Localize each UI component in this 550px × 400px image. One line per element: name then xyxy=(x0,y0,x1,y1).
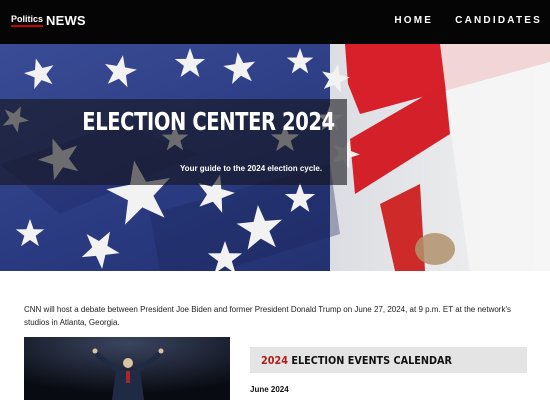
top-navigation-bar: Politics NEWS HOME CANDIDATES xyxy=(0,0,550,44)
hero-subtitle: Your guide to the 2024 election cycle. xyxy=(179,164,323,173)
logo-accent-rule xyxy=(11,25,43,27)
events-calendar-header: 2024 ELECTION EVENTS CALENDAR xyxy=(250,347,527,373)
calendar-year: 2024 xyxy=(261,354,288,367)
intro-paragraph: CNN will host a debate between President… xyxy=(24,305,511,327)
hero-title: ELECTION CENTER 2024 xyxy=(82,107,335,136)
calendar-title: ELECTION EVENTS CALENDAR xyxy=(291,354,452,367)
nav-link-home[interactable]: HOME xyxy=(394,15,433,26)
candidate-stage-photo xyxy=(24,337,230,400)
main-nav: HOME CANDIDATES xyxy=(394,15,542,26)
hero-banner: ELECTION CENTER 2024 Your guide to the 2… xyxy=(0,44,550,271)
calendar-heading: 2024 ELECTION EVENTS CALENDAR xyxy=(261,354,452,367)
calendar-month-label: June 2024 xyxy=(250,385,289,394)
logo-news-text: NEWS xyxy=(46,13,86,28)
logo-politics-text: Politics xyxy=(11,14,44,24)
nav-link-candidates[interactable]: CANDIDATES xyxy=(455,15,542,26)
